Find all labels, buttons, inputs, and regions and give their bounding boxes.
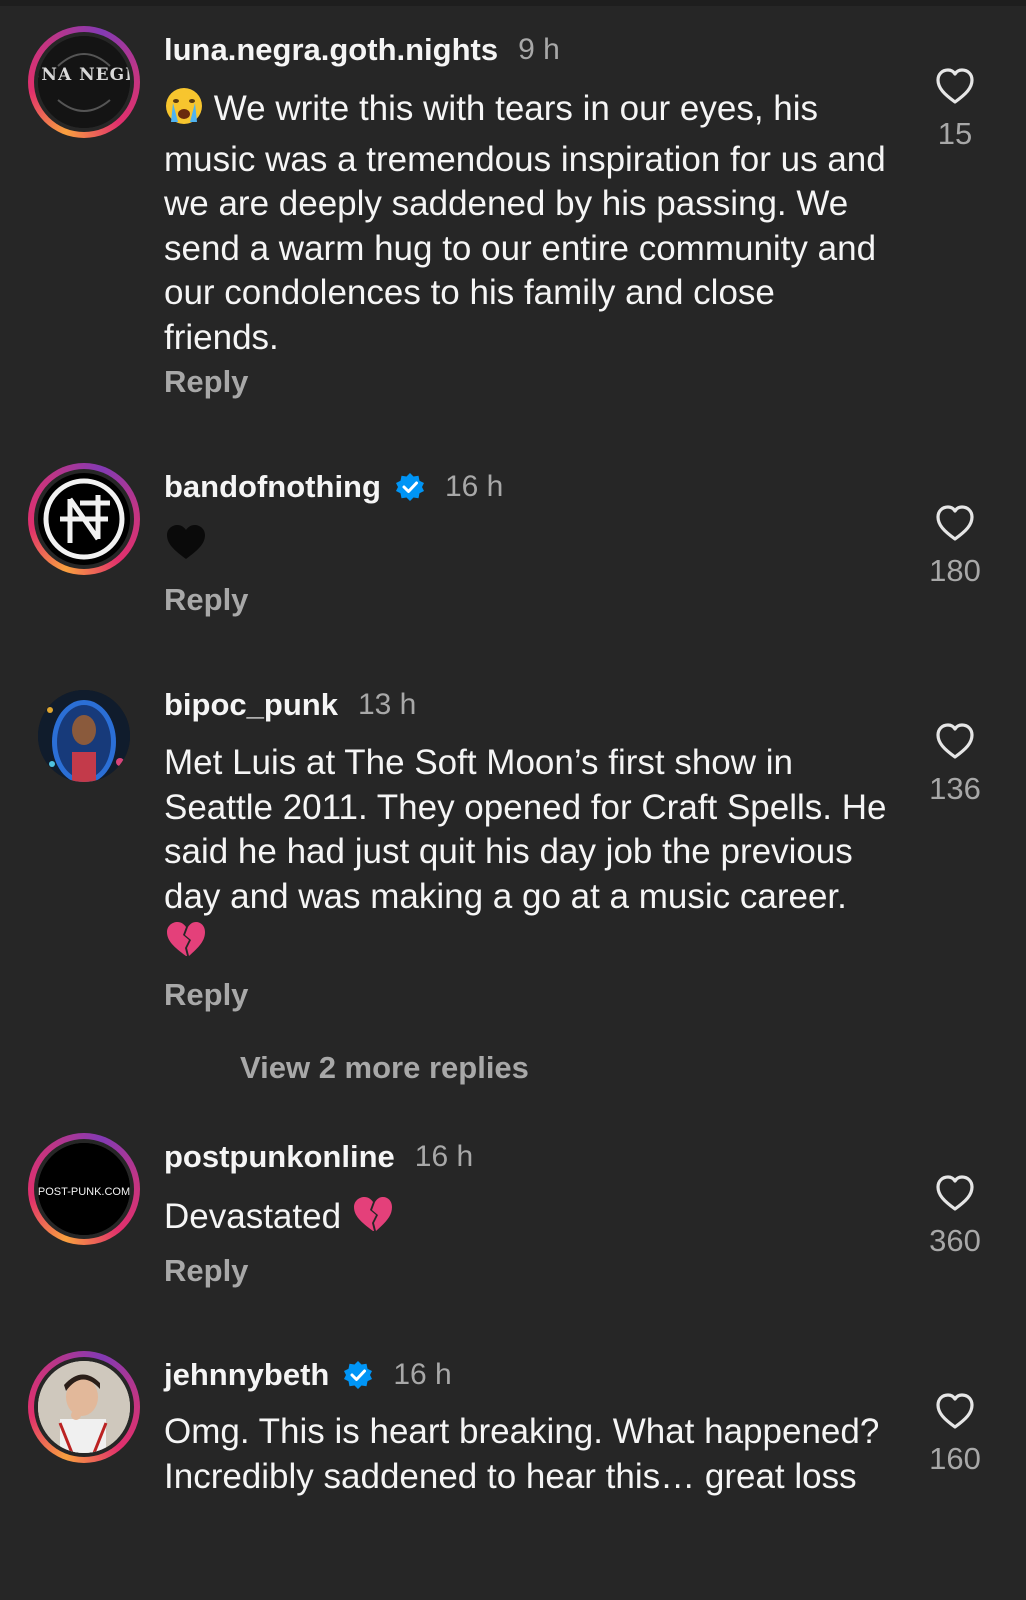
avatar[interactable]: [28, 463, 140, 575]
timestamp: 13 h: [357, 688, 417, 721]
username[interactable]: bandofnothing: [164, 469, 381, 505]
avatar[interactable]: POST-PUNK.COM: [28, 1133, 140, 1245]
broken-heart-emoji: [351, 1194, 395, 1246]
reply-button[interactable]: Reply: [164, 582, 248, 618]
timestamp: 16 h: [414, 1140, 474, 1173]
black-heart-emoji: [164, 522, 208, 574]
like-count: 15: [937, 116, 973, 151]
like-count: 160: [929, 1441, 981, 1476]
avatar[interactable]: [28, 680, 140, 792]
comment-header: bipoc_punk 13 h: [164, 685, 416, 725]
comment-text: Omg. This is heart breaking. What happen…: [164, 1410, 894, 1499]
post-punk-logo: POST-PUNK.COM: [38, 1143, 130, 1235]
avatar[interactable]: [28, 1351, 140, 1463]
heart-icon[interactable]: [934, 1173, 976, 1213]
verified-badge-icon: [344, 1361, 373, 1389]
profile-photo: [38, 1361, 130, 1453]
timestamp: 16 h: [444, 470, 504, 503]
avatar-logo-text: POST-PUNK.COM: [38, 1186, 130, 1198]
comment-header: jehnnybeth 16 h: [164, 1355, 452, 1395]
comment-text: We write this with tears in our eyes, hi…: [164, 86, 894, 360]
comment-header: luna.negra.goth.nights 9 h: [164, 30, 560, 70]
reply-button[interactable]: Reply: [164, 364, 248, 400]
username[interactable]: jehnnybeth: [164, 1357, 329, 1393]
like-area: 15: [915, 66, 995, 152]
luna-negra-logo: LUNA NEGRA: [38, 36, 130, 128]
username[interactable]: bipoc_punk: [164, 687, 338, 723]
reply-button[interactable]: Reply: [164, 977, 248, 1013]
like-area: 160: [915, 1391, 995, 1477]
view-more-replies-button[interactable]: View 2 more replies: [240, 1050, 529, 1086]
broken-heart-emoji: [164, 919, 208, 971]
username[interactable]: postpunkonline: [164, 1139, 395, 1175]
heart-icon[interactable]: [934, 66, 976, 106]
comment-text: Devastated: [164, 1194, 894, 1246]
avatar-logo-text: LUNA NEGRA: [38, 65, 130, 85]
band-of-nothing-logo: [43, 478, 125, 560]
like-count: 136: [929, 771, 981, 806]
top-divider: [0, 0, 1026, 6]
reply-button[interactable]: Reply: [164, 1253, 248, 1289]
verified-badge-icon: [395, 473, 424, 501]
comment-body: Omg. This is heart breaking. What happen…: [164, 1412, 880, 1496]
like-area: 360: [915, 1173, 995, 1259]
timestamp: 16 h: [393, 1358, 452, 1391]
loudly-crying-face-emoji: [164, 86, 204, 138]
heart-icon[interactable]: [934, 503, 976, 543]
heart-icon[interactable]: [934, 721, 976, 761]
comment-text: Met Luis at The Soft Moon’s first show i…: [164, 741, 894, 971]
virgin-portrait-illustration: [38, 690, 130, 782]
like-count: 360: [929, 1223, 981, 1258]
like-count: 180: [929, 553, 981, 588]
username[interactable]: luna.negra.goth.nights: [164, 32, 498, 68]
comment-body: We write this with tears in our eyes, hi…: [164, 89, 886, 357]
comment-header: bandofnothing 16 h: [164, 467, 503, 507]
comment-body: Devastated: [164, 1197, 342, 1236]
like-area: 180: [915, 503, 995, 589]
heart-icon[interactable]: [934, 1391, 976, 1431]
avatar[interactable]: LUNA NEGRA: [28, 26, 140, 138]
like-area: 136: [915, 721, 995, 807]
comment-header: postpunkonline 16 h: [164, 1137, 473, 1177]
comment-body: Met Luis at The Soft Moon’s first show i…: [164, 743, 887, 916]
timestamp: 9 h: [518, 33, 560, 66]
comment-text: [164, 522, 894, 574]
